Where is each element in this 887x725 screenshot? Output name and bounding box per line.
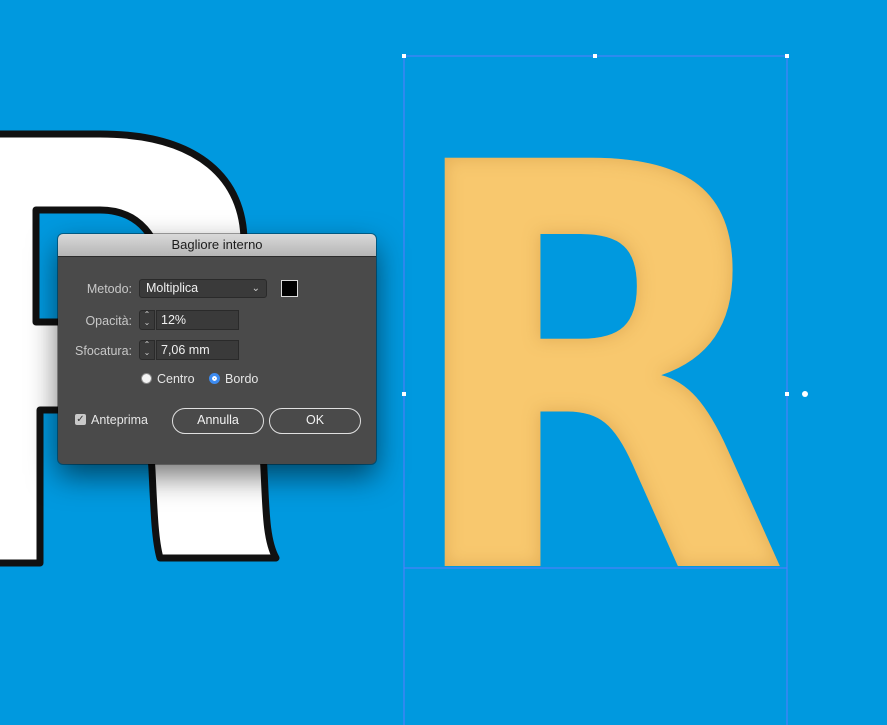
dialog-title: Bagliore interno	[58, 234, 376, 257]
glow-color-swatch[interactable]	[281, 280, 298, 297]
sfocatura-stepper[interactable]: ⌃ ⌄	[139, 340, 155, 360]
opacita-control: ⌃ ⌄ 12%	[139, 310, 239, 330]
opacita-input[interactable]: 12%	[156, 310, 239, 330]
preview-checkbox[interactable]: ✓	[75, 414, 86, 425]
sfocatura-label: Sfocatura:	[75, 344, 132, 358]
chevron-down-icon: ⌄	[251, 283, 260, 294]
sfocatura-input[interactable]: 7,06 mm	[156, 340, 239, 360]
metodo-label: Metodo:	[86, 282, 132, 296]
metodo-select[interactable]: Moltiplica ⌄	[139, 279, 267, 298]
opacita-label: Opacità:	[85, 314, 132, 328]
sfocatura-control: ⌃ ⌄ 7,06 mm	[139, 340, 239, 360]
preview-label: Anteprima	[91, 413, 148, 427]
opacita-stepper[interactable]: ⌃ ⌄	[139, 310, 155, 330]
rotate-handle[interactable]	[802, 391, 808, 397]
radio-centro-button[interactable]	[141, 373, 152, 384]
glyph-letter-r[interactable]: R	[398, 47, 790, 699]
radio-centro-label: Centro	[157, 372, 195, 386]
inner-glow-dialog: Bagliore interno Metodo: Moltiplica ⌄ Op…	[58, 234, 376, 464]
metodo-value: Moltiplica	[146, 281, 199, 295]
radio-bordo-button[interactable]	[209, 373, 220, 384]
radio-bordo-label: Bordo	[225, 372, 259, 386]
ok-button[interactable]: OK	[269, 408, 361, 434]
cancel-button[interactable]: Annulla	[172, 408, 264, 434]
